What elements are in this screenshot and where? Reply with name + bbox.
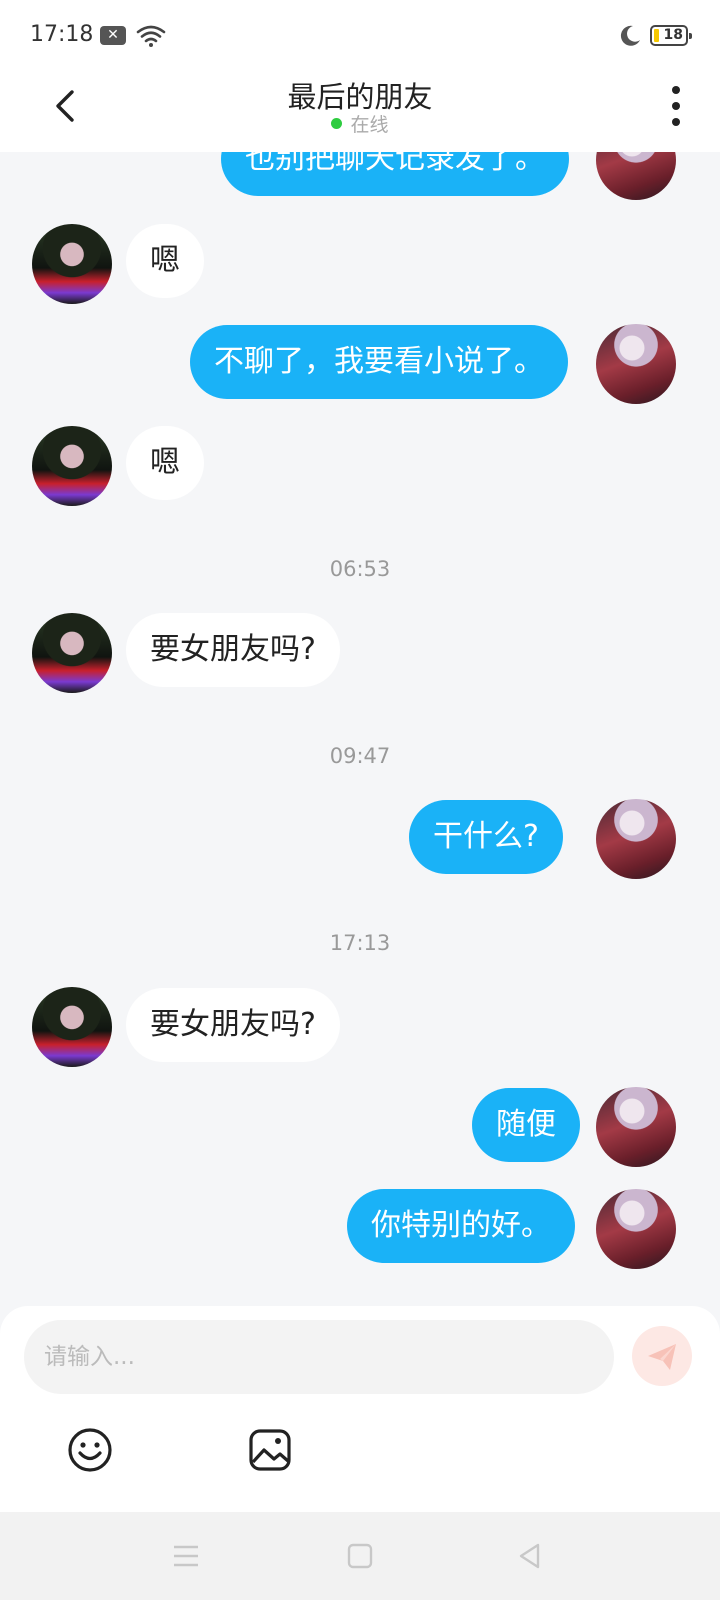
send-icon xyxy=(648,1344,676,1370)
message-input[interactable]: 请输入... xyxy=(24,1320,614,1394)
message-bubble[interactable]: 随便 xyxy=(472,1088,580,1162)
online-status-label: 在线 xyxy=(350,114,389,136)
battery-level: 18 xyxy=(663,27,683,43)
send-button[interactable] xyxy=(632,1326,692,1386)
image-icon[interactable] xyxy=(246,1426,294,1474)
message-bubble[interactable]: 要女朋友吗? xyxy=(126,613,340,687)
contact-avatar[interactable] xyxy=(32,224,112,304)
emoji-icon[interactable] xyxy=(66,1426,114,1474)
my-avatar[interactable] xyxy=(596,1087,676,1167)
message-list[interactable]: 也别把聊天记录发了。 嗯 不聊了，我要看小说了。 嗯 06:53 要女朋友吗? … xyxy=(0,152,720,1306)
chat-header: 最后的朋友 在线 xyxy=(0,70,720,152)
contact-avatar[interactable] xyxy=(32,426,112,506)
menu-icon[interactable] xyxy=(170,1540,202,1572)
home-icon[interactable] xyxy=(344,1540,376,1572)
message-bubble[interactable]: 干什么? xyxy=(409,800,563,874)
my-avatar[interactable] xyxy=(596,799,676,879)
message-bubble[interactable]: 嗯 xyxy=(126,426,204,500)
online-dot-icon xyxy=(331,118,343,129)
more-options-button[interactable] xyxy=(664,84,688,128)
message-bubble[interactable]: 不聊了，我要看小说了。 xyxy=(190,325,568,399)
online-status: 在线 xyxy=(0,110,720,137)
contact-avatar[interactable] xyxy=(32,613,112,693)
battery-indicator: 18 xyxy=(650,25,692,46)
my-avatar[interactable] xyxy=(596,324,676,404)
battery-fill xyxy=(654,29,659,42)
back-nav-icon[interactable] xyxy=(514,1540,546,1572)
timestamp: 09:47 xyxy=(329,744,391,768)
moon-icon xyxy=(620,25,640,46)
timestamp: 17:13 xyxy=(329,931,391,955)
status-bar: 17:18 ✕ 18 xyxy=(0,0,720,70)
my-avatar[interactable] xyxy=(596,152,676,200)
composer: 请输入... xyxy=(0,1306,720,1512)
message-bubble[interactable]: 要女朋友吗? xyxy=(126,988,340,1062)
status-time: 17:18 xyxy=(30,22,94,47)
message-bubble[interactable]: 你特别的好。 xyxy=(347,1189,575,1263)
my-avatar[interactable] xyxy=(596,1189,676,1269)
message-bubble[interactable]: 也别把聊天记录发了。 xyxy=(221,152,569,196)
wifi-icon xyxy=(136,25,166,47)
timestamp: 06:53 xyxy=(329,557,391,581)
system-nav-bar xyxy=(0,1512,720,1600)
contact-avatar[interactable] xyxy=(32,987,112,1067)
notification-icon: ✕ xyxy=(100,26,126,45)
message-bubble[interactable]: 嗯 xyxy=(126,224,204,298)
